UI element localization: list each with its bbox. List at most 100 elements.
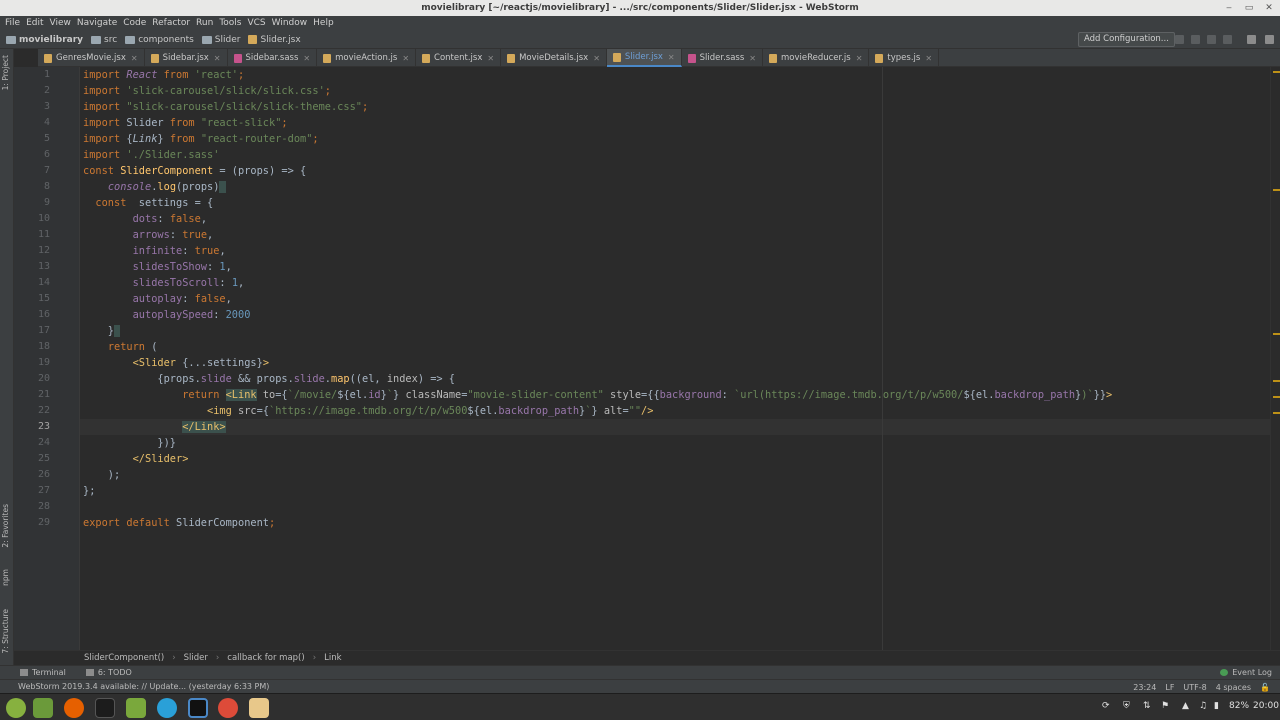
breadcrumb-file[interactable]: Slider.jsx [248, 35, 301, 45]
breadcrumb-link-tag[interactable]: Link [324, 653, 341, 663]
battery-icon[interactable]: ▮ [1214, 701, 1219, 711]
network-icon[interactable]: ⇅ [1143, 701, 1151, 711]
warning-marker[interactable] [1273, 412, 1280, 414]
menu-help[interactable]: Help [310, 16, 337, 31]
close-tab-icon[interactable]: ✕ [593, 54, 600, 63]
line-number[interactable]: 15 [14, 291, 50, 307]
search-everywhere-icon[interactable] [1265, 35, 1274, 44]
close-tab-icon[interactable]: ✕ [487, 54, 494, 63]
terminal-app-icon[interactable] [95, 698, 115, 718]
menu-tools[interactable]: Tools [216, 16, 244, 31]
line-number[interactable]: 23 [14, 419, 50, 435]
warning-marker[interactable] [1273, 189, 1280, 191]
webstorm-icon[interactable] [188, 698, 208, 718]
warning-marker[interactable] [1273, 333, 1280, 335]
npm-tool-button[interactable]: npm [1, 569, 10, 586]
favorites-tool-button[interactable]: 2: Favorites [1, 504, 10, 548]
breadcrumb-slider-tag[interactable]: Slider [184, 653, 208, 663]
wifi-icon[interactable]: ▲ [1182, 701, 1189, 711]
close-tab-icon[interactable]: ✕ [402, 54, 409, 63]
error-stripe[interactable] [1270, 67, 1280, 650]
line-number[interactable]: 12 [14, 243, 50, 259]
close-button[interactable]: ✕ [1262, 0, 1276, 16]
tab-movieaction[interactable]: movieAction.js ✕ [317, 49, 417, 67]
close-tab-icon[interactable]: ✕ [214, 54, 221, 63]
close-tab-icon[interactable]: ✕ [668, 53, 675, 62]
event-log-button[interactable]: Event Log [1220, 668, 1272, 677]
music-icon[interactable]: ♫ [1199, 701, 1207, 711]
coverage-icon[interactable] [1207, 35, 1216, 44]
line-number[interactable]: 25 [14, 451, 50, 467]
tab-moviedetails[interactable]: MovieDetails.jsx ✕ [501, 49, 607, 67]
line-number[interactable]: 20 [14, 371, 50, 387]
breadcrumb-project[interactable]: movielibrary [6, 35, 83, 45]
breadcrumb-src[interactable]: src [91, 35, 117, 45]
line-number[interactable]: 4 [14, 115, 50, 131]
warning-marker[interactable] [1273, 380, 1280, 382]
line-number[interactable]: 11 [14, 227, 50, 243]
add-configuration-button[interactable]: Add Configuration... [1078, 32, 1175, 47]
warning-marker[interactable] [1273, 71, 1280, 73]
close-tab-icon[interactable]: ✕ [925, 54, 932, 63]
menu-vcs[interactable]: VCS [244, 16, 268, 31]
line-number[interactable]: 16 [14, 307, 50, 323]
breadcrumb-slider[interactable]: Slider [201, 35, 240, 45]
line-number[interactable]: 2 [14, 83, 50, 99]
line-number[interactable]: 24 [14, 435, 50, 451]
project-tool-button[interactable]: 1: Project [1, 55, 10, 90]
breadcrumb-callback[interactable]: callback for map() [227, 653, 304, 663]
line-number[interactable]: 3 [14, 99, 50, 115]
menu-file[interactable]: File [2, 16, 23, 31]
line-number[interactable]: 13 [14, 259, 50, 275]
line-number[interactable]: 6 [14, 147, 50, 163]
menu-navigate[interactable]: Navigate [74, 16, 120, 31]
todo-tool-button[interactable]: 6: TODO [85, 668, 132, 677]
close-tab-icon[interactable]: ✕ [749, 54, 756, 63]
close-tab-icon[interactable]: ✕ [131, 54, 138, 63]
file-encoding[interactable]: UTF-8 [1183, 683, 1206, 692]
menu-edit[interactable]: Edit [23, 16, 46, 31]
tab-content[interactable]: Content.jsx ✕ [416, 49, 502, 67]
terminal-tool-button[interactable]: Terminal [20, 668, 66, 677]
line-separator[interactable]: LF [1165, 683, 1174, 692]
line-number[interactable]: 17 [14, 323, 50, 339]
caret-position[interactable]: 23:24 [1133, 683, 1156, 692]
update-notification[interactable]: WebStorm 2019.3.4 available: // Update..… [18, 682, 269, 691]
line-number[interactable]: 7 [14, 163, 50, 179]
files-icon[interactable] [33, 698, 53, 718]
run-icon[interactable] [1175, 35, 1184, 44]
line-number[interactable]: 9 [14, 195, 50, 211]
structure-tool-button[interactable]: 7: Structure [1, 609, 10, 654]
line-number[interactable]: 10 [14, 211, 50, 227]
tab-sidebar-jsx[interactable]: Sidebar.jsx ✕ [145, 49, 228, 67]
menu-refactor[interactable]: Refactor [149, 16, 193, 31]
notes-icon[interactable] [249, 698, 269, 718]
tab-slider-jsx[interactable]: Slider.jsx ✕ [606, 49, 682, 67]
debug-icon[interactable] [1191, 35, 1200, 44]
folder-app-icon[interactable] [126, 698, 146, 718]
line-number[interactable]: 21 [14, 387, 50, 403]
line-number[interactable]: 1 [14, 67, 50, 83]
chrome-icon[interactable] [218, 698, 238, 718]
tab-types[interactable]: types.js ✕ [869, 49, 940, 67]
line-number[interactable]: 22 [14, 403, 50, 419]
minimize-button[interactable]: ‒ [1222, 0, 1236, 16]
tab-slider-sass[interactable]: Slider.sass ✕ [682, 49, 763, 67]
line-number[interactable]: 14 [14, 275, 50, 291]
close-tab-icon[interactable]: ✕ [303, 54, 310, 63]
clock[interactable]: 20:00 [1253, 701, 1279, 711]
line-number[interactable]: 28 [14, 499, 50, 515]
tab-genresmovie[interactable]: GenresMovie.jsx ✕ [38, 49, 145, 67]
line-number[interactable]: 8 [14, 179, 50, 195]
line-number[interactable]: 29 [14, 515, 50, 531]
update-tray-icon[interactable]: ⟳ [1102, 701, 1110, 711]
breadcrumb-components[interactable]: components [125, 35, 194, 45]
maximize-button[interactable]: ▭ [1242, 0, 1256, 16]
line-number[interactable]: 19 [14, 355, 50, 371]
tab-moviereducer[interactable]: movieReducer.js ✕ [763, 49, 870, 67]
menu-window[interactable]: Window [269, 16, 311, 31]
stop-icon[interactable] [1223, 35, 1232, 44]
shield-icon[interactable]: ⛨ [1123, 701, 1130, 711]
close-tab-icon[interactable]: ✕ [856, 54, 863, 63]
telegram-icon[interactable] [157, 698, 177, 718]
